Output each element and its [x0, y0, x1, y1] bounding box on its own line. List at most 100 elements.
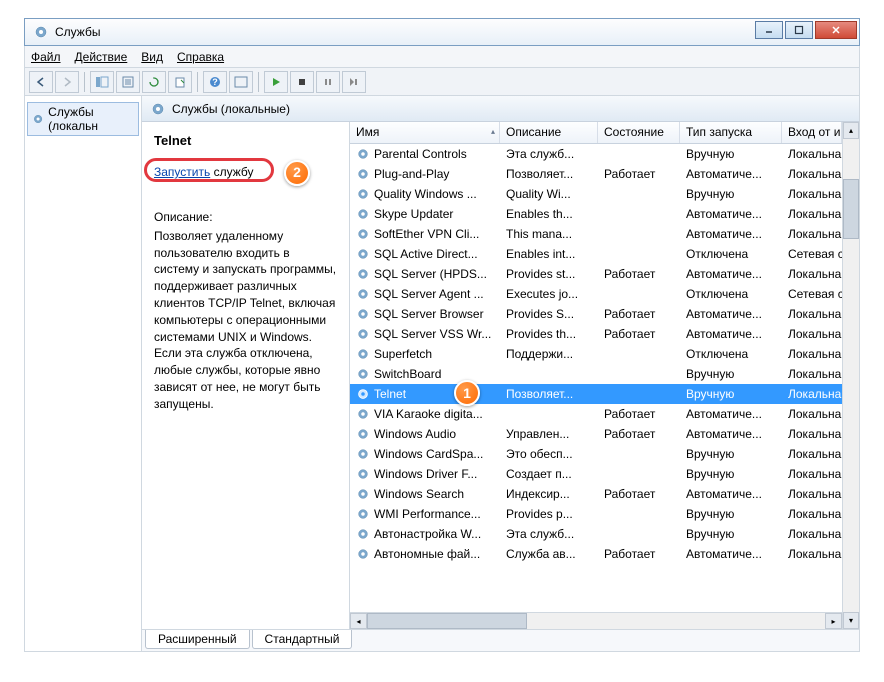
service-row[interactable]: WMI Performance...Provides p...ВручнуюЛо… — [350, 504, 842, 524]
refresh-button[interactable] — [142, 71, 166, 93]
annotation-marker-1: 1 — [454, 380, 480, 406]
cell-logon: Локальна — [782, 447, 842, 461]
start-service-suffix: службу — [210, 165, 253, 179]
service-row[interactable]: Windows AudioУправлен...РаботаетАвтомати… — [350, 424, 842, 444]
cell-state: Работает — [598, 427, 680, 441]
cell-state: Работает — [598, 547, 680, 561]
service-row[interactable]: Parental ControlsЭта служб...ВручнуюЛока… — [350, 144, 842, 164]
forward-button[interactable] — [55, 71, 79, 93]
service-row[interactable]: SuperfetchПоддержи...ОтключенаЛокальна — [350, 344, 842, 364]
cell-start: Вручную — [680, 367, 782, 381]
toolbar-extra-button[interactable] — [229, 71, 253, 93]
selected-service-name: Telnet — [154, 132, 337, 150]
gear-icon — [356, 367, 370, 381]
pane-header: Службы (локальные) — [142, 96, 859, 122]
service-row[interactable]: TelnetПозволяет...ВручнуюЛокальна — [350, 384, 842, 404]
gear-icon — [356, 247, 370, 261]
cell-logon: Локальна — [782, 467, 842, 481]
service-row[interactable]: SQL Server VSS Wr...Provides th...Работа… — [350, 324, 842, 344]
service-row[interactable]: Plug-and-PlayПозволяет...РаботаетАвтомат… — [350, 164, 842, 184]
list-header: Имя Описание Состояние Тип запуска Вход … — [350, 122, 842, 144]
scroll-down-button[interactable]: ▾ — [843, 612, 859, 629]
column-name[interactable]: Имя — [350, 122, 500, 143]
tree-node-label: Службы (локальн — [48, 105, 134, 133]
svg-text:?: ? — [212, 77, 218, 87]
service-row[interactable]: SQL Server Agent ...Executes jo... Отключ… — [350, 284, 842, 304]
menu-help[interactable]: Справка — [177, 50, 224, 64]
column-state[interactable]: Состояние — [598, 122, 680, 143]
service-row[interactable]: SwitchBoardВручнуюЛокальна — [350, 364, 842, 384]
help-button[interactable]: ? — [203, 71, 227, 93]
restart-service-button[interactable] — [342, 71, 366, 93]
maximize-button[interactable] — [785, 21, 813, 39]
scroll-up-button[interactable]: ▴ — [843, 122, 859, 139]
cell-start: Автоматиче... — [680, 207, 782, 221]
show-hide-tree-button[interactable] — [90, 71, 114, 93]
cell-name: SQL Server (HPDS... — [350, 267, 500, 281]
service-row[interactable]: Windows Driver F...Создает п... ВручнуюЛо… — [350, 464, 842, 484]
cell-start: Автоматиче... — [680, 427, 782, 441]
tab-standard[interactable]: Стандартный — [252, 630, 353, 649]
vertical-scrollbar[interactable]: ▴ ▾ — [842, 122, 859, 629]
service-row[interactable]: Windows SearchИндексир...РаботаетАвтомат… — [350, 484, 842, 504]
service-row[interactable]: SoftEther VPN Cli...This mana...Автомати… — [350, 224, 842, 244]
stop-service-button[interactable] — [290, 71, 314, 93]
vertical-scroll-thumb[interactable] — [843, 179, 859, 239]
gear-icon — [356, 467, 370, 481]
cell-start: Вручную — [680, 467, 782, 481]
column-description[interactable]: Описание — [500, 122, 598, 143]
cell-name: Windows Driver F... — [350, 467, 500, 481]
back-button[interactable] — [29, 71, 53, 93]
cell-desc: Provides S... — [500, 307, 598, 321]
cell-name: SQL Server Agent ... — [350, 287, 500, 301]
service-row[interactable]: Skype UpdaterEnables th...Автоматиче...Л… — [350, 204, 842, 224]
pause-service-button[interactable] — [316, 71, 340, 93]
tab-extended[interactable]: Расширенный — [145, 630, 250, 649]
tree-node-services-local[interactable]: Службы (локальн — [27, 102, 139, 136]
description-label: Описание: — [154, 209, 337, 226]
start-service-button[interactable] — [264, 71, 288, 93]
column-start-type[interactable]: Тип запуска — [680, 122, 782, 143]
horizontal-scroll-thumb[interactable] — [367, 613, 527, 629]
export-button[interactable] — [168, 71, 192, 93]
cell-logon: Сетевая с — [782, 247, 842, 261]
service-row[interactable]: SQL Server (HPDS...Provides st...Работае… — [350, 264, 842, 284]
start-service-link[interactable]: Запустить — [154, 165, 210, 179]
cell-name: Windows Search — [350, 487, 500, 501]
cell-name: Skype Updater — [350, 207, 500, 221]
close-button[interactable] — [815, 21, 857, 39]
cell-logon: Локальна — [782, 347, 842, 361]
scroll-left-button[interactable]: ◂ — [350, 613, 367, 629]
window-title: Службы — [55, 25, 100, 39]
properties-button[interactable] — [116, 71, 140, 93]
service-row[interactable]: SQL Active Direct...Enables int...Отключ… — [350, 244, 842, 264]
cell-state: Работает — [598, 487, 680, 501]
service-row[interactable]: Quality Windows ...Quality Wi...ВручнуюЛ… — [350, 184, 842, 204]
service-row[interactable]: Windows CardSpa...Это обесп...ВручнуюЛок… — [350, 444, 842, 464]
cell-start: Автоматиче... — [680, 267, 782, 281]
cell-start: Отключена — [680, 287, 782, 301]
service-row[interactable]: Автономные фай...Служба ав...РаботаетАвт… — [350, 544, 842, 564]
menu-action[interactable]: Действие — [75, 50, 128, 64]
cell-name: Windows CardSpa... — [350, 447, 500, 461]
cell-desc: Enables int... — [500, 247, 598, 261]
service-row[interactable]: SQL Server BrowserProvides S...РаботаетА… — [350, 304, 842, 324]
cell-start: Вручную — [680, 527, 782, 541]
menu-view[interactable]: Вид — [141, 50, 163, 64]
cell-start: Автоматиче... — [680, 327, 782, 341]
horizontal-scrollbar[interactable]: ◂ ▸ — [350, 612, 842, 629]
minimize-button[interactable] — [755, 21, 783, 39]
cell-start: Вручную — [680, 147, 782, 161]
service-row[interactable]: VIA Karaoke digita...РаботаетАвтоматиче.… — [350, 404, 842, 424]
cell-desc: Создает п... — [500, 467, 598, 481]
cell-desc: Executes jo... — [500, 287, 598, 301]
gear-icon — [356, 167, 370, 181]
cell-logon: Локальна — [782, 407, 842, 421]
service-row[interactable]: Автонастройка W...Эта служб...ВручнуюЛок… — [350, 524, 842, 544]
cell-start: Отключена — [680, 247, 782, 261]
scroll-right-button[interactable]: ▸ — [825, 613, 842, 629]
menu-file[interactable]: Файл — [31, 50, 61, 64]
column-logon[interactable]: Вход от и — [782, 122, 842, 143]
cell-name: Parental Controls — [350, 147, 500, 161]
cell-desc: Индексир... — [500, 487, 598, 501]
